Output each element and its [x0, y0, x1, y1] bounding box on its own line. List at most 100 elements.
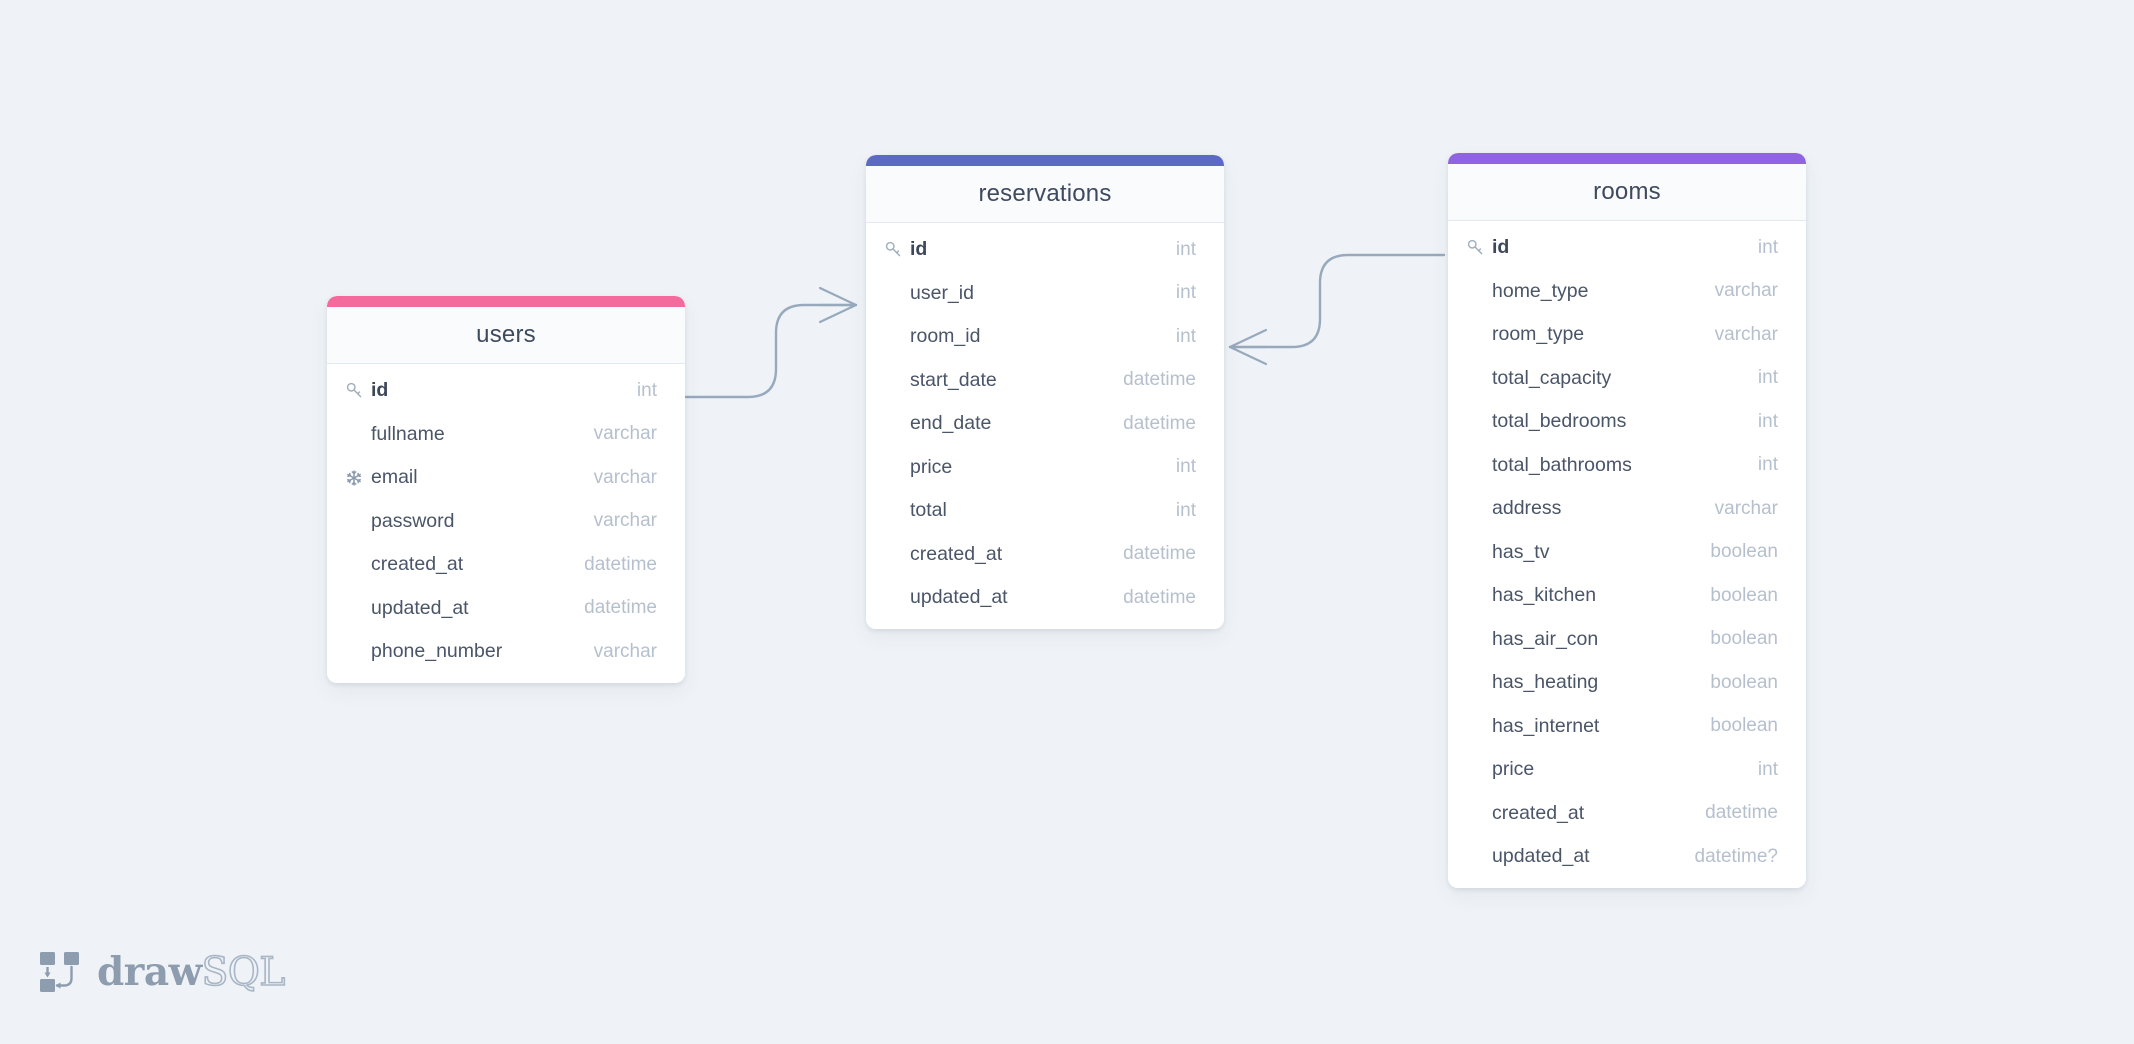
- key-icon: [345, 381, 371, 400]
- table-row[interactable]: address varchar: [1448, 487, 1806, 531]
- column-type: varchar: [593, 640, 657, 662]
- table-row[interactable]: price int: [866, 446, 1224, 490]
- column-type: boolean: [1710, 671, 1778, 693]
- table-row[interactable]: password varchar: [327, 500, 685, 544]
- table-card-rooms[interactable]: rooms id int home_type varchar room_type…: [1448, 153, 1806, 888]
- column-name: has_tv: [1492, 540, 1550, 563]
- table-row[interactable]: created_at datetime: [866, 533, 1224, 577]
- table-row[interactable]: home_type varchar: [1448, 270, 1806, 314]
- table-title-reservations[interactable]: reservations: [866, 166, 1224, 223]
- column-list-reservations: id int user_id int room_id int start_dat…: [866, 223, 1224, 629]
- column-type: int: [1757, 367, 1778, 389]
- table-row[interactable]: start_date datetime: [866, 359, 1224, 403]
- table-title-rooms[interactable]: rooms: [1448, 164, 1806, 221]
- relationship-reservations-rooms: [1228, 253, 1446, 366]
- table-card-users[interactable]: users id int fullname varchar email varc…: [327, 296, 685, 683]
- table-row[interactable]: price int: [1448, 748, 1806, 792]
- column-name: phone_number: [371, 640, 503, 663]
- table-row[interactable]: total_capacity int: [1448, 357, 1806, 401]
- column-name: id: [910, 238, 928, 261]
- column-type: varchar: [593, 423, 657, 445]
- table-row[interactable]: room_id int: [866, 315, 1224, 359]
- column-type: varchar: [593, 510, 657, 532]
- table-row[interactable]: total_bathrooms int: [1448, 444, 1806, 488]
- column-type: datetime: [584, 553, 657, 575]
- column-name: created_at: [371, 553, 464, 576]
- table-row[interactable]: fullname varchar: [327, 413, 685, 457]
- column-type: boolean: [1710, 584, 1778, 606]
- column-name: total_bathrooms: [1492, 453, 1632, 476]
- table-row[interactable]: created_at datetime: [1448, 792, 1806, 836]
- column-type: int: [1175, 325, 1196, 347]
- column-name: has_air_con: [1492, 627, 1599, 650]
- table-row[interactable]: total_bedrooms int: [1448, 400, 1806, 444]
- table-row[interactable]: updated_at datetime?: [1448, 835, 1806, 879]
- column-name: fullname: [371, 422, 445, 445]
- table-row[interactable]: id int: [866, 228, 1224, 272]
- column-type: int: [636, 379, 657, 401]
- table-row[interactable]: has_heating boolean: [1448, 661, 1806, 705]
- key-icon: [884, 240, 910, 259]
- column-type: varchar: [1714, 497, 1778, 519]
- table-row[interactable]: total int: [866, 489, 1224, 533]
- column-name: has_kitchen: [1492, 584, 1597, 607]
- column-name: password: [371, 509, 455, 532]
- table-row[interactable]: id int: [327, 369, 685, 413]
- table-row[interactable]: updated_at datetime: [327, 587, 685, 631]
- table-row[interactable]: room_type varchar: [1448, 313, 1806, 357]
- table-row[interactable]: user_id int: [866, 272, 1224, 316]
- column-name: home_type: [1492, 279, 1589, 302]
- column-name: price: [1492, 758, 1535, 781]
- relationship-users-reservations: [684, 286, 858, 399]
- table-accent-bar: [327, 296, 685, 307]
- drawsql-logo[interactable]: drawSQL: [38, 949, 286, 995]
- column-list-rooms: id int home_type varchar room_type varch…: [1448, 221, 1806, 888]
- column-name: created_at: [910, 542, 1003, 565]
- column-type: datetime: [1705, 802, 1778, 824]
- drawsql-logo-mark: [40, 952, 79, 992]
- column-list-users: id int fullname varchar email varchar pa…: [327, 364, 685, 683]
- column-name: updated_at: [371, 596, 469, 619]
- table-row[interactable]: has_internet boolean: [1448, 705, 1806, 749]
- column-name: email: [371, 466, 418, 489]
- column-type: int: [1757, 758, 1778, 780]
- table-row[interactable]: has_air_con boolean: [1448, 618, 1806, 662]
- table-row[interactable]: has_kitchen boolean: [1448, 574, 1806, 618]
- table-row[interactable]: has_tv boolean: [1448, 531, 1806, 575]
- column-type: datetime: [1123, 586, 1196, 608]
- column-name: updated_at: [910, 586, 1008, 609]
- logo-text-sql: SQL: [201, 949, 286, 995]
- table-row[interactable]: created_at datetime: [327, 543, 685, 587]
- column-type: int: [1757, 454, 1778, 476]
- column-type: int: [1175, 499, 1196, 521]
- table-row[interactable]: id int: [1448, 226, 1806, 270]
- column-name: room_id: [910, 325, 981, 348]
- snowflake-icon: [345, 469, 371, 487]
- column-name: total_bedrooms: [1492, 410, 1627, 433]
- column-name: id: [1492, 236, 1510, 259]
- column-type: boolean: [1710, 541, 1778, 563]
- column-type: int: [1175, 456, 1196, 478]
- diagram-canvas[interactable]: users id int fullname varchar email varc…: [0, 0, 2134, 1044]
- column-name: start_date: [910, 368, 997, 391]
- table-row[interactable]: end_date datetime: [866, 402, 1224, 446]
- column-type: datetime: [1123, 369, 1196, 391]
- column-type: datetime?: [1694, 845, 1778, 867]
- column-type: boolean: [1710, 628, 1778, 650]
- table-title-users[interactable]: users: [327, 307, 685, 364]
- table-row[interactable]: email varchar: [327, 456, 685, 500]
- column-name: user_id: [910, 281, 974, 304]
- column-name: price: [910, 455, 953, 478]
- column-name: has_heating: [1492, 671, 1599, 694]
- column-name: address: [1492, 497, 1562, 520]
- column-name: created_at: [1492, 801, 1585, 824]
- table-row[interactable]: updated_at datetime: [866, 576, 1224, 620]
- column-type: int: [1757, 236, 1778, 258]
- column-type: datetime: [1123, 543, 1196, 565]
- column-name: id: [371, 379, 389, 402]
- column-name: room_type: [1492, 323, 1585, 346]
- table-row[interactable]: phone_number varchar: [327, 630, 685, 674]
- column-type: int: [1757, 410, 1778, 432]
- table-card-reservations[interactable]: reservations id int user_id int room_id …: [866, 155, 1224, 629]
- column-type: varchar: [1714, 323, 1778, 345]
